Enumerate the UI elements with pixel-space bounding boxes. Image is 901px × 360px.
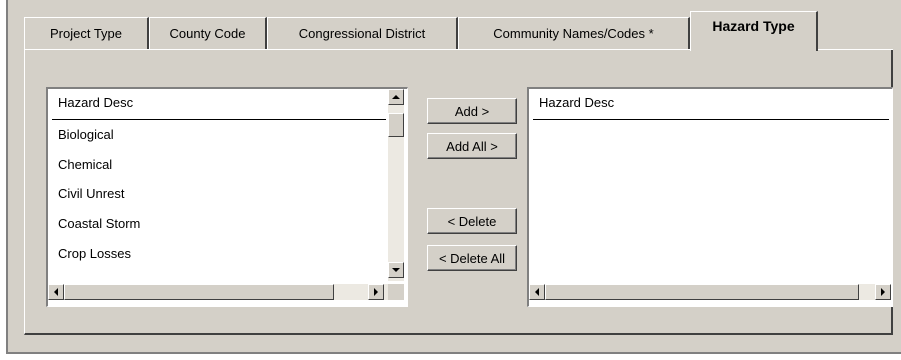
add-all-button[interactable]: Add All > [427,133,517,159]
add-button[interactable]: Add > [427,98,517,124]
selected-hazards-listbox[interactable]: Hazard Desc [527,87,893,307]
size-grip [388,284,404,300]
list-item[interactable]: Chemical [58,157,112,172]
available-hazards-listbox[interactable]: Hazard Desc Biological Chemical Civil Un… [46,87,408,307]
scroll-left-button[interactable] [48,284,64,300]
list-item[interactable]: Biological [58,127,114,142]
tab-county-code[interactable]: County Code [149,17,267,49]
triangle-right-icon [881,288,885,296]
tab-label: Hazard Type [712,18,795,34]
list-item[interactable]: Crop Losses [58,246,131,261]
list-item[interactable]: Civil Unrest [58,186,124,201]
triangle-down-icon [392,268,400,272]
tab-label: County Code [169,26,246,41]
tab-label: Project Type [49,26,123,41]
header-divider [533,119,889,120]
scroll-left-button[interactable] [529,284,545,300]
scroll-right-button[interactable] [875,284,891,300]
delete-button[interactable]: < Delete [427,208,517,234]
tab-hazard-type[interactable]: Hazard Type [690,11,818,51]
tab-label: Community Names/Codes * [493,26,654,41]
tab-congressional-district[interactable]: Congressional District [267,17,458,49]
header-divider [52,119,386,120]
scroll-up-button[interactable] [388,89,404,105]
triangle-right-icon [374,288,378,296]
vertical-scroll-thumb[interactable] [388,113,404,137]
triangle-left-icon [54,288,58,296]
triangle-left-icon [535,288,539,296]
tab-community-names-codes[interactable]: Community Names/Codes * [458,17,690,49]
horizontal-scroll-thumb[interactable] [64,284,334,300]
tab-project-type[interactable]: Project Type [24,17,149,49]
scroll-down-button[interactable] [388,262,404,278]
horizontal-scroll-thumb[interactable] [545,284,859,300]
list-item[interactable]: Coastal Storm [58,216,140,231]
tab-label: Congressional District [298,26,426,41]
scroll-right-button[interactable] [368,284,384,300]
available-list-header[interactable]: Hazard Desc [58,95,133,110]
delete-all-button[interactable]: < Delete All [427,245,517,271]
selected-list-header[interactable]: Hazard Desc [539,95,614,110]
triangle-up-icon [392,95,400,99]
